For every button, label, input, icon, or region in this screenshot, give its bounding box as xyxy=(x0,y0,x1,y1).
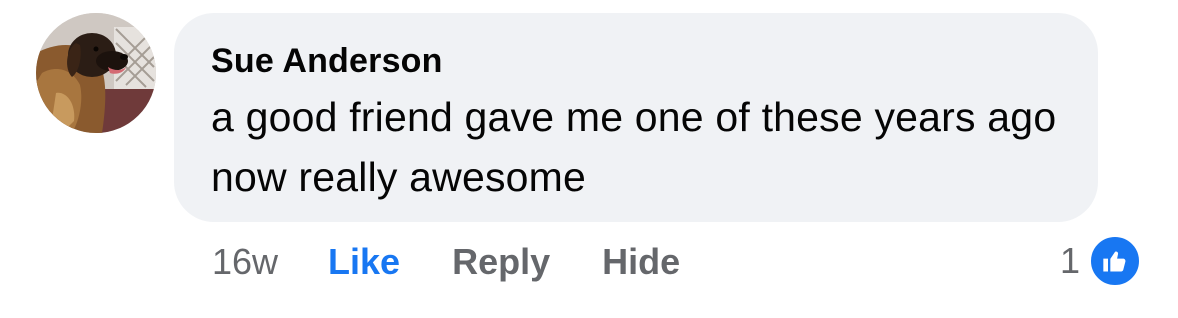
comment-text: a good friend gave me one of these years… xyxy=(211,94,1057,200)
comment-bubble: Sue Anderson a good friend gave me one o… xyxy=(174,13,1098,222)
like-button[interactable]: Like xyxy=(328,241,400,283)
reply-button[interactable]: Reply xyxy=(452,241,550,283)
comment-timestamp[interactable]: 16w xyxy=(212,241,278,283)
reaction-count: 1 xyxy=(1059,240,1080,281)
comment-author-name[interactable]: Sue Anderson xyxy=(211,41,1062,81)
avatar[interactable] xyxy=(36,13,156,133)
comment-actions: 16w Like Reply Hide xyxy=(212,238,732,286)
hide-button[interactable]: Hide xyxy=(602,241,680,283)
reaction-summary[interactable]: 1 xyxy=(1060,234,1142,288)
dog-profile-photo xyxy=(36,13,156,133)
thumbs-up-icon xyxy=(1088,234,1142,288)
